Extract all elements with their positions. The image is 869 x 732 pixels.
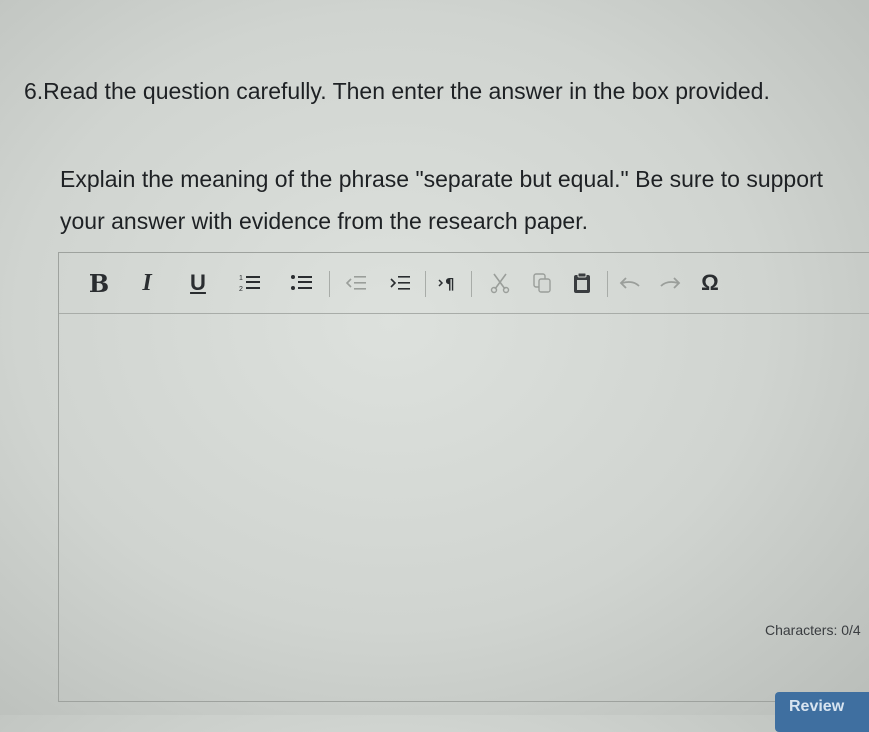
decrease-indent-button[interactable]	[341, 253, 371, 313]
underline-button[interactable]: U	[185, 253, 211, 313]
bold-button[interactable]: B	[85, 253, 113, 313]
svg-text:¶: ¶	[445, 275, 455, 292]
editor-toolbar: B I U 1 2 ¶ Ω	[59, 253, 869, 314]
special-characters-button[interactable]: Ω	[695, 253, 725, 313]
increase-indent-button[interactable]	[385, 253, 415, 313]
question-prompt: Explain the meaning of the phrase "separ…	[60, 166, 824, 234]
numbered-list-button[interactable]: 1 2	[235, 253, 265, 313]
clipboard-icon	[574, 272, 590, 293]
italic-button[interactable]: I	[135, 253, 159, 313]
toolbar-divider	[329, 271, 330, 297]
svg-text:1: 1	[239, 275, 243, 282]
redo-button[interactable]	[655, 253, 685, 313]
copy-icon	[533, 273, 551, 293]
copy-button[interactable]	[527, 253, 557, 313]
scissors-icon	[490, 273, 510, 294]
review-button[interactable]: Review	[775, 692, 869, 732]
undo-button[interactable]	[615, 253, 645, 313]
paste-button[interactable]	[567, 253, 597, 313]
bulleted-list-icon	[291, 275, 312, 290]
toolbar-divider	[425, 271, 426, 297]
answer-input[interactable]	[59, 314, 869, 701]
question-instruction: 6.Read the question carefully. Then ente…	[24, 78, 770, 104]
indent-icon	[390, 276, 410, 290]
cut-button[interactable]	[485, 253, 515, 313]
redo-icon	[660, 277, 681, 289]
numbered-list-icon: 1 2	[239, 275, 260, 293]
undo-icon	[619, 277, 640, 289]
svg-text:2: 2	[239, 286, 243, 293]
bulleted-list-button[interactable]	[287, 253, 317, 313]
paragraph-direction-button[interactable]: ¶	[433, 253, 463, 313]
paragraph-icon: ¶	[438, 275, 455, 292]
answer-editor: B I U 1 2 ¶ Ω	[58, 252, 869, 702]
character-count: Characters: 0/4	[765, 622, 861, 638]
outdent-icon	[345, 276, 366, 290]
toolbar-divider	[471, 271, 472, 297]
toolbar-divider	[607, 271, 608, 297]
